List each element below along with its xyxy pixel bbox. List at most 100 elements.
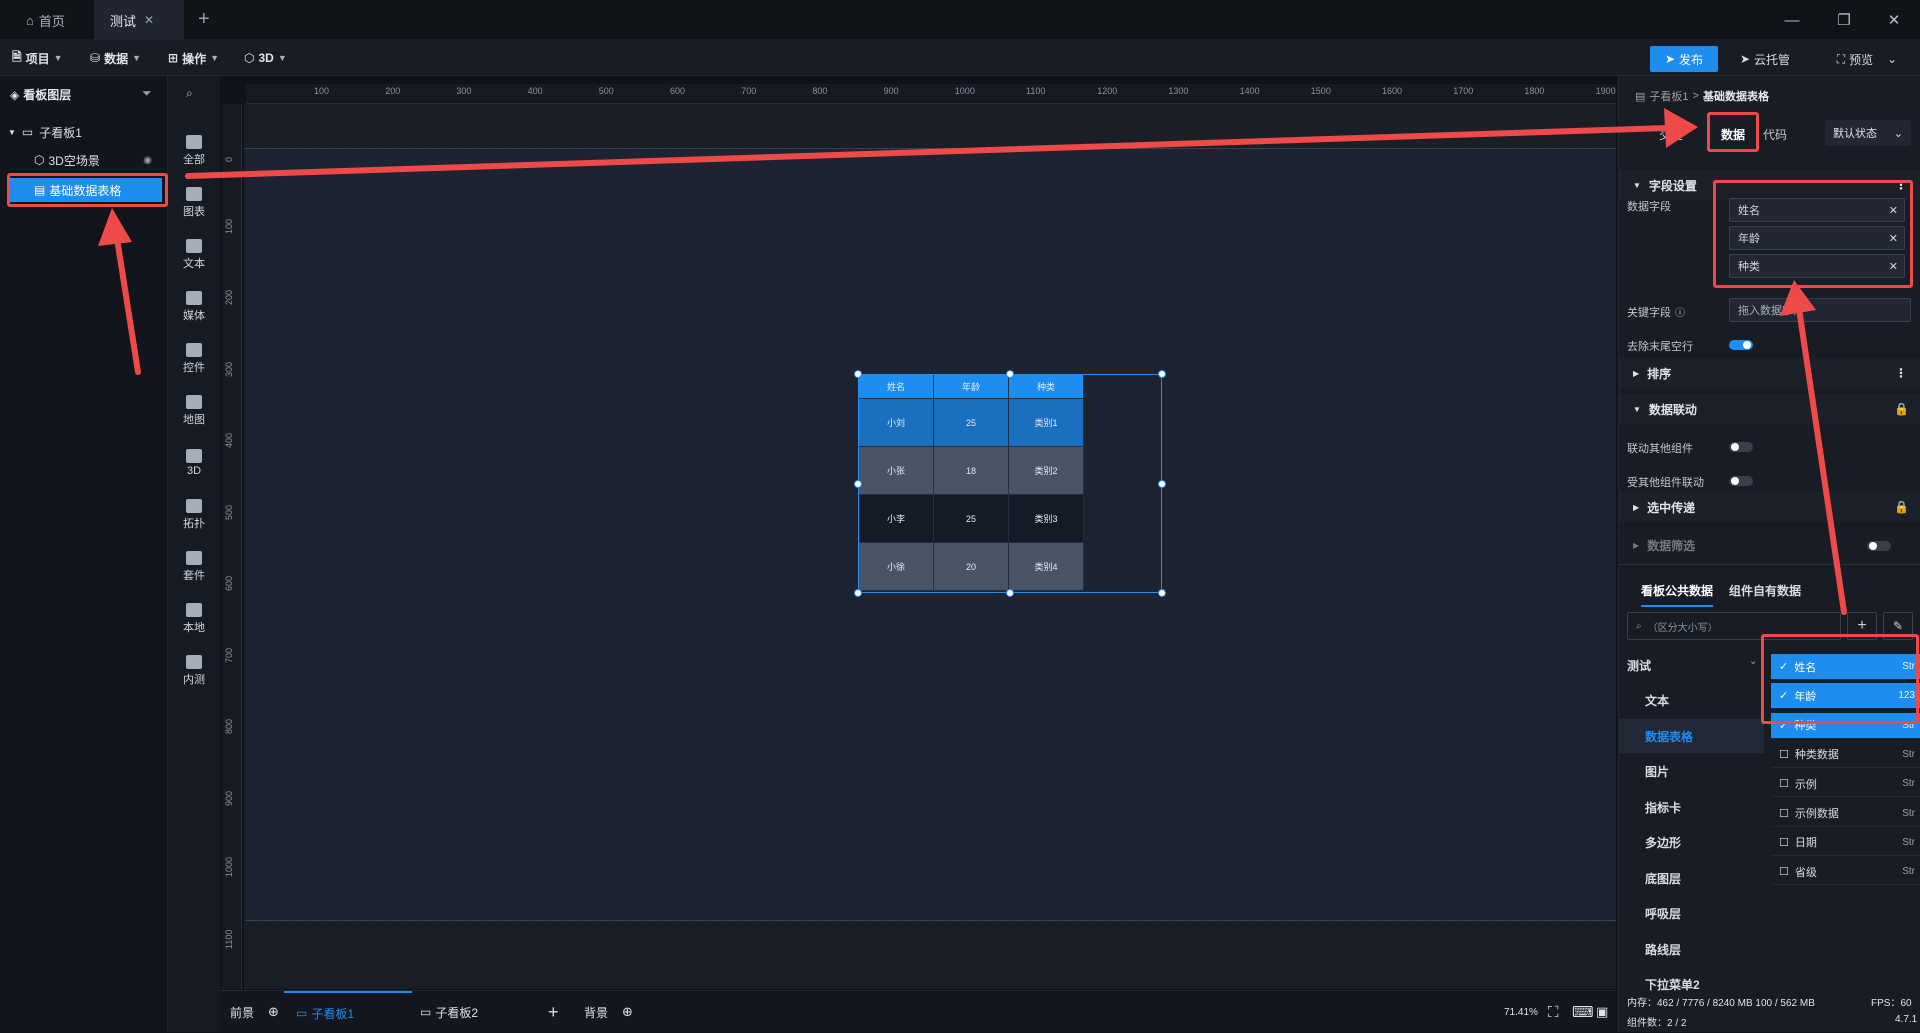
resize-handle[interactable] [1158,479,1166,488]
dataset-group[interactable]: 测试 [1619,648,1764,682]
restore-icon[interactable]: ❐ [1834,10,1854,30]
table-cell[interactable]: 25 [934,399,1009,447]
checkbox-icon[interactable]: ☐ [1779,748,1789,761]
resize-handle[interactable] [1006,370,1014,378]
background-tab[interactable]: 背景 ⊕ [584,991,633,1033]
link-other-toggle[interactable] [1729,442,1753,452]
table-cell[interactable]: 类别4 [1009,543,1084,591]
menu-data[interactable]: ⛁ 数据 ▼ [90,48,141,68]
resize-handle[interactable] [1158,589,1166,597]
dataset-item[interactable]: 数据表格 [1619,719,1764,753]
more-icon[interactable]: ⋮ [1895,366,1907,380]
table-cell[interactable]: 类别3 [1009,495,1084,543]
tool-map[interactable]: 地图 [168,388,220,434]
terminal-icon[interactable]: ▣ [1596,991,1608,1033]
close-icon[interactable]: ✕ [144,13,154,27]
resize-handle[interactable] [854,589,862,597]
table-header-cell[interactable]: 年龄 [934,375,1009,399]
filter-toggle[interactable] [1867,541,1891,551]
field-row[interactable]: ☐ 示例数据 Str [1771,801,1920,827]
tool-topology[interactable]: 拓扑 [168,492,220,538]
dataset-item[interactable]: 图片 [1619,755,1764,789]
tool-kit[interactable]: 套件 [168,544,220,590]
table-cell[interactable]: 小李 [859,495,934,543]
tool-beta[interactable]: 内测 [168,648,220,694]
chevron-down-icon[interactable]: ⌄ [1749,656,1757,667]
help-icon[interactable]: ⓘ [1675,304,1685,320]
resize-handle[interactable] [854,370,862,378]
tab-interaction[interactable]: 交互 [1659,126,1683,143]
section-data-link[interactable]: ▼ 数据联动 🔒 [1619,394,1920,424]
foreground-tab[interactable]: 前景 ⊕ [230,991,279,1033]
new-tab-icon[interactable]: + [198,8,210,31]
lock-icon[interactable]: 🔒 [1894,500,1909,514]
filter-icon[interactable]: ⏷ [142,86,152,101]
tool-control[interactable]: 控件 [168,336,220,382]
state-select[interactable]: 默认状态 ⌄ [1825,120,1911,146]
dataset-item[interactable]: 指标卡 [1619,790,1764,824]
section-select-pass[interactable]: ▶ 选中传递 🔒 [1619,492,1920,522]
tab-home[interactable]: ⌂ 首页 [10,0,81,40]
tab-test[interactable]: 测试 ✕ [94,0,184,40]
resize-handle[interactable] [1158,370,1166,378]
preview-button[interactable]: ⛶ 预览 ⌄ [1822,46,1912,72]
checkbox-icon[interactable]: ☐ [1779,807,1789,820]
board1-tab[interactable]: ▭ 子看板1 [284,991,412,1033]
tool-chart[interactable]: 图表 [168,180,220,226]
lock-icon[interactable]: 🔒 [1894,402,1909,416]
data-table-component[interactable]: 姓名 年龄 种类 小刘 25 类别1 小张 18 类别2 小李 25 类别3 小徐 20 类别4 [854,370,1166,597]
field-row[interactable]: ☐ 省级 Str [1771,859,1920,886]
table-cell[interactable]: 25 [934,495,1009,543]
eye-icon[interactable]: ◉ [143,155,152,166]
tool-media[interactable]: 媒体 [168,284,220,330]
table-header-cell[interactable]: 姓名 [859,375,934,399]
checkbox-icon[interactable]: ☐ [1779,865,1789,878]
dataset-item[interactable]: 多边形 [1619,826,1764,860]
tab-board-public-data[interactable]: 看板公共数据 [1641,582,1714,607]
table-cell[interactable]: 类别2 [1009,447,1084,495]
field-row[interactable]: ☐ 示例 Str [1771,771,1920,798]
tool-3d[interactable]: 3D [168,440,220,486]
tool-text[interactable]: 文本 [168,232,220,278]
key-field-input[interactable]: 拖入数据字段 [1729,298,1911,322]
checkbox-icon[interactable]: ☐ [1779,777,1789,790]
tab-component-own-data[interactable]: 组件自有数据 [1729,582,1801,599]
keyboard-icon[interactable]: ⌨ [1572,991,1594,1033]
table-cell[interactable]: 18 [934,447,1009,495]
resize-handle[interactable] [1006,589,1014,597]
field-row[interactable]: ☐ 种类数据 Str [1771,742,1920,768]
add-circle-icon[interactable]: ⊕ [622,1004,633,1020]
tool-local[interactable]: 本地 [168,596,220,642]
dataset-item[interactable]: 路线层 [1619,932,1764,966]
trim-empty-toggle[interactable] [1729,340,1753,350]
table-cell[interactable]: 小刘 [859,399,934,447]
publish-button[interactable]: ➤ 发布 [1650,46,1718,72]
tab-code[interactable]: 代码 [1763,126,1787,143]
layer-board1[interactable]: ▼ ▭ 子看板1 [0,120,168,144]
add-board-icon[interactable]: + [548,991,559,1033]
field-row[interactable]: ☐ 日期 Str [1771,830,1920,856]
dataset-item[interactable]: 底图层 [1619,861,1764,895]
dataset-item[interactable]: 呼吸层 [1619,897,1764,931]
tool-all[interactable]: 全部 [168,128,220,174]
add-circle-icon[interactable]: ⊕ [268,1004,279,1020]
menu-operate[interactable]: ⊞ 操作 ▼ [168,48,219,68]
table-cell[interactable]: 20 [934,543,1009,591]
checkbox-icon[interactable]: ☐ [1779,836,1789,849]
close-window-icon[interactable]: ✕ [1884,10,1904,30]
dataset-item[interactable]: 文本 [1619,684,1764,718]
minimize-icon[interactable]: — [1782,10,1802,30]
zoom-level[interactable]: 71.41% [1504,991,1538,1033]
menu-project[interactable]: 🗎 项目 ▼ [12,48,63,68]
layer-3d-scene[interactable]: ⬡ 3D空场景 ◉ [0,148,168,172]
board2-tab[interactable]: ▭ 子看板2 [420,991,478,1033]
linked-by-toggle[interactable] [1729,476,1753,486]
search-icon[interactable]: ⌕ [186,86,193,101]
fit-screen-icon[interactable]: ⛶ [1548,991,1559,1033]
table-cell[interactable]: 小徐 [859,543,934,591]
resize-handle[interactable] [854,479,862,488]
table-cell[interactable]: 小张 [859,447,934,495]
table-header-cell[interactable]: 种类 [1009,375,1084,399]
section-sort[interactable]: ▶ 排序 ⋮ [1619,358,1920,388]
menu-3d[interactable]: ⬡ 3D ▼ [244,48,287,68]
